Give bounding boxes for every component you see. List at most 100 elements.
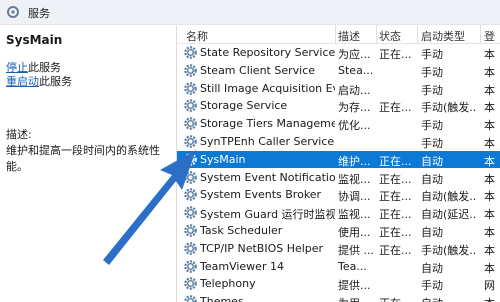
service-description-cell: 启动...: [338, 83, 371, 97]
column-divider[interactable]: [480, 25, 481, 43]
column-divider[interactable]: [417, 25, 418, 43]
service-status-cell: 正在...: [379, 243, 412, 257]
service-name-cell: Storage Tiers Management: [200, 117, 335, 131]
column-header-logon[interactable]: 登: [484, 28, 495, 44]
gear-icon: [184, 277, 197, 291]
gear-icon: [184, 99, 197, 113]
service-startup-cell: 自动: [421, 172, 443, 186]
service-description-cell: 维护...: [338, 154, 371, 168]
gear-icon: [184, 153, 197, 166]
gear-icon: [184, 64, 197, 77]
table-row[interactable]: State Repository Service 为应... 正在... 手动 本: [177, 44, 500, 61]
gear-icon: [184, 188, 197, 202]
service-startup-cell: 自动(触发...: [421, 190, 477, 204]
services-table: ^ 名称 描述 状态 启动类型 登 State Repository Servi…: [177, 25, 500, 302]
table-row[interactable]: Storage Tiers Management 优化... 手动 本: [177, 115, 500, 132]
service-logon-cell: 本: [484, 83, 495, 97]
table-row[interactable]: SynTPEnh Caller Service 手动 本: [177, 133, 500, 150]
service-description-cell: 优化...: [338, 119, 371, 133]
table-row[interactable]: System Guard 运行时监视... 监视... 正在... 自动(延迟... 本: [177, 204, 500, 221]
table-row[interactable]: Themes 为用... 正在... 自动本: [177, 293, 500, 302]
service-name-cell: TeamViewer 14: [200, 259, 284, 273]
gear-icon: [184, 135, 197, 148]
table-row[interactable]: System Events Broker 协调... 正在... 自动(触发... 本: [177, 186, 500, 203]
gear-icon: [184, 206, 197, 219]
service-description-cell: Stea...: [338, 63, 374, 77]
service-status-cell: 正在...: [379, 208, 412, 222]
service-startup-cell: 手动(触发...: [421, 101, 477, 115]
table-row[interactable]: TCP/IP NetBIOS Helper 提供 ... 正在... 手动(触发...…: [177, 240, 500, 257]
service-name-cell: System Events Broker: [200, 188, 322, 202]
service-details-panel: SysMain 停止此服务 重启动此服务 描述: 维护和提高一段时间内的系统性能…: [0, 25, 176, 302]
service-startup-cell: 手动: [421, 65, 443, 79]
service-name-cell: Telephony: [200, 277, 256, 291]
service-description-cell: 提供...: [338, 279, 371, 293]
service-logon-cell: 网: [484, 279, 495, 293]
service-description-cell: 监视...: [338, 172, 371, 186]
services-icon: [7, 6, 19, 18]
table-row-selected[interactable]: SysMain 维护... 正在... 自动 本: [177, 150, 500, 168]
service-logon-cell: 本: [484, 226, 495, 239]
service-name-cell: State Repository Service: [200, 46, 335, 59]
service-startup-cell: 手动: [421, 83, 443, 97]
service-name-cell: Themes: [200, 295, 244, 302]
service-startup-cell: 手动(触发...: [421, 243, 477, 257]
table-row[interactable]: System Event Notification ...监视... 正在... 自…: [177, 169, 500, 186]
service-description-cell: Tea...: [338, 259, 367, 273]
service-logon-cell: 本: [484, 48, 495, 61]
gear-icon: [184, 117, 197, 130]
service-startup-cell: 手动: [421, 119, 443, 133]
service-name-cell: SynTPEnh Caller Service: [200, 135, 335, 148]
service-status-cell: 正在...: [379, 295, 415, 302]
service-startup-cell: 自动: [421, 295, 477, 302]
restart-action: 重启动此服务: [6, 73, 72, 89]
service-logon-cell: 本: [484, 261, 495, 275]
service-name-cell: Storage Service: [200, 99, 288, 113]
service-startup-cell: 自动(延迟...: [421, 208, 477, 222]
service-startup-cell: 手动: [421, 48, 443, 61]
column-header-name[interactable]: 名称: [186, 28, 208, 44]
table-row[interactable]: Telephony 提供... 手动 网: [177, 275, 500, 292]
service-description-cell: 为应...: [338, 48, 371, 61]
service-status-cell: 正在...: [379, 190, 412, 204]
service-status-cell: 正在...: [379, 172, 412, 186]
service-logon-cell: 本: [484, 119, 495, 133]
service-name-cell: Task Scheduler: [200, 224, 283, 237]
table-row[interactable]: Storage Service 为存... 正在... 手动(触发... 本: [177, 97, 500, 114]
column-header-status[interactable]: 状态: [379, 28, 401, 44]
column-header-startup-type[interactable]: 启动类型: [421, 28, 465, 44]
column-divider[interactable]: [335, 25, 336, 43]
service-logon-cell: 本: [484, 154, 495, 168]
service-startup-cell: 手动: [421, 137, 443, 150]
service-name-cell: Steam Client Service: [200, 63, 316, 77]
service-status-cell: 正在...: [379, 101, 412, 115]
service-startup-cell: 自动: [421, 226, 443, 239]
window-title: 服务: [28, 7, 50, 20]
service-name-cell: System Guard 运行时监视...: [200, 208, 335, 222]
gear-icon: [184, 242, 197, 255]
window-header: 服务: [0, 0, 500, 25]
service-name-cell: System Event Notification ...: [200, 170, 335, 184]
service-logon-cell: 本: [484, 137, 495, 150]
service-logon-cell: 本: [484, 172, 495, 186]
service-status-cell: 正在...: [379, 226, 412, 239]
table-row[interactable]: TeamViewer 14 Tea... 自动 本: [177, 258, 500, 275]
gear-icon: [184, 295, 197, 302]
column-divider[interactable]: [376, 25, 377, 43]
service-logon-cell: 本: [484, 208, 495, 222]
service-logon-cell: 本: [484, 295, 500, 302]
restart-suffix: 此服务: [39, 75, 72, 88]
gear-icon: [184, 81, 197, 95]
service-name-cell: Still Image Acquisition Eve...: [200, 81, 335, 95]
service-description-cell: 为用...: [338, 295, 374, 302]
service-logon-cell: 本: [484, 243, 495, 257]
gear-icon: [184, 46, 197, 59]
table-row[interactable]: Still Image Acquisition Eve...启动... 手动 本: [177, 80, 500, 97]
table-header: ^ 名称 描述 状态 启动类型 登: [177, 25, 500, 44]
table-row[interactable]: Task Scheduler 使用... 正在... 自动 本: [177, 222, 500, 239]
table-row[interactable]: Steam Client Service Stea... 手动 本: [177, 62, 500, 79]
column-header-description[interactable]: 描述: [338, 28, 360, 44]
description-text: 维护和提高一段时间内的系统性能。: [6, 144, 160, 173]
gear-icon: [184, 224, 197, 237]
restart-service-link[interactable]: 重启动: [6, 75, 39, 88]
